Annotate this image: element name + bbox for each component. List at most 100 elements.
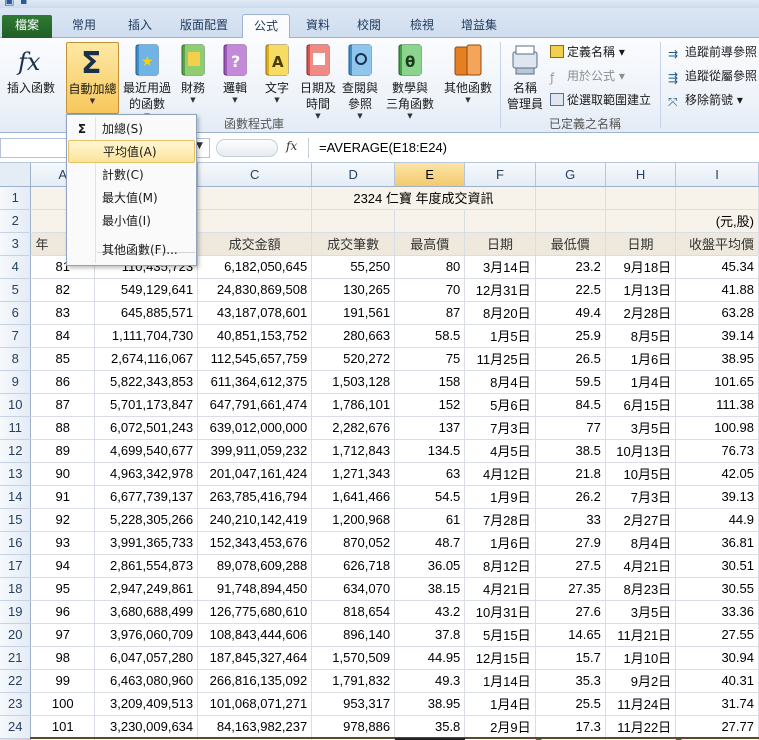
table-cell[interactable]: 26.5 (535, 347, 606, 371)
table-cell[interactable]: 3,230,009,634 (94, 715, 199, 739)
table-cell[interactable]: 1月4日 (605, 370, 677, 394)
table-cell[interactable]: 82 (30, 278, 95, 302)
table-cell[interactable]: 896,140 (311, 623, 396, 647)
table-cell[interactable]: 30.94 (675, 646, 759, 670)
table-cell[interactable]: 187,845,327,464 (197, 646, 313, 670)
table-cell[interactable]: 94 (30, 554, 95, 578)
table-cell[interactable]: 63 (394, 462, 466, 486)
table-cell[interactable]: 87 (30, 393, 95, 417)
table-cell[interactable]: 2月28日 (605, 301, 677, 325)
column-title[interactable]: 收盤平均價 (675, 232, 759, 256)
column-header-c[interactable]: C (197, 163, 313, 187)
table-cell[interactable]: 4月21日 (605, 554, 677, 578)
table-cell[interactable]: 30.55 (675, 577, 759, 601)
table-cell[interactable]: 7月3日 (605, 485, 677, 509)
row-header[interactable]: 4 (0, 255, 32, 279)
table-cell[interactable]: 25.9 (535, 324, 606, 348)
table-cell[interactable]: 89,078,609,288 (197, 554, 313, 578)
table-cell[interactable]: 49.3 (394, 669, 466, 693)
table-cell[interactable]: 80 (394, 255, 466, 279)
column-title[interactable]: 最高價 (394, 232, 466, 256)
table-cell[interactable]: 12月15日 (464, 646, 536, 670)
tab-view[interactable]: 檢視 (398, 14, 446, 38)
table-cell[interactable]: 76.73 (675, 439, 759, 463)
row-header[interactable]: 6 (0, 301, 32, 325)
cell[interactable] (605, 209, 677, 233)
menu-item-sum[interactable]: Σ 加總(S) (68, 118, 195, 141)
table-cell[interactable]: 44.95 (394, 646, 466, 670)
column-title[interactable]: 成交金額 (197, 232, 313, 256)
recent-functions-button[interactable]: ★ 最近用過 的函數 ▼ (121, 42, 173, 120)
sheet-title[interactable]: 2324 仁寶 年度成交資訊 (311, 186, 536, 210)
tab-review[interactable]: 校閱 (344, 14, 394, 38)
table-cell[interactable]: 10月5日 (605, 462, 677, 486)
table-cell[interactable]: 2,947,249,861 (94, 577, 199, 601)
table-cell[interactable]: 108,843,444,606 (197, 623, 313, 647)
table-cell[interactable]: 520,272 (311, 347, 396, 371)
table-cell[interactable]: 39.14 (675, 324, 759, 348)
table-cell[interactable]: 645,885,571 (94, 301, 199, 325)
table-cell[interactable]: 2,282,676 (311, 416, 396, 440)
column-header-g[interactable]: G (535, 163, 606, 187)
row-header[interactable]: 12 (0, 439, 32, 463)
table-cell[interactable]: 25.5 (535, 692, 606, 716)
table-cell[interactable]: 5,822,343,853 (94, 370, 199, 394)
table-cell[interactable]: 549,129,641 (94, 278, 199, 302)
table-cell[interactable]: 35.8 (394, 715, 466, 739)
row-header[interactable]: 23 (0, 692, 32, 716)
table-cell[interactable]: 5月6日 (464, 393, 536, 417)
table-cell[interactable]: 8月5日 (605, 324, 677, 348)
table-cell[interactable]: 152 (394, 393, 466, 417)
table-cell[interactable]: 6,677,739,137 (94, 485, 199, 509)
cell[interactable] (675, 186, 759, 210)
table-cell[interactable]: 23.2 (535, 255, 606, 279)
table-cell[interactable]: 1,641,466 (311, 485, 396, 509)
table-cell[interactable]: 100 (30, 692, 95, 716)
table-cell[interactable]: 8月4日 (464, 370, 536, 394)
row-header[interactable]: 5 (0, 278, 32, 302)
table-cell[interactable]: 647,791,661,474 (197, 393, 313, 417)
table-cell[interactable]: 8月12日 (464, 554, 536, 578)
table-cell[interactable]: 953,317 (311, 692, 396, 716)
insert-function-button[interactable]: fx 插入函數 (2, 42, 60, 96)
table-cell[interactable]: 33.36 (675, 600, 759, 624)
table-cell[interactable]: 43,187,078,601 (197, 301, 313, 325)
tab-file[interactable]: 檔案 (2, 15, 52, 38)
table-cell[interactable]: 101.65 (675, 370, 759, 394)
column-title[interactable]: 最低價 (535, 232, 606, 256)
table-cell[interactable]: 201,047,161,424 (197, 462, 313, 486)
table-cell[interactable]: 10月31日 (464, 600, 536, 624)
table-cell[interactable]: 84 (30, 324, 95, 348)
table-cell[interactable]: 75 (394, 347, 466, 371)
table-cell[interactable]: 22.5 (535, 278, 606, 302)
table-cell[interactable]: 27.77 (675, 715, 759, 739)
table-cell[interactable]: 21.8 (535, 462, 606, 486)
table-cell[interactable]: 3,976,060,709 (94, 623, 199, 647)
table-cell[interactable]: 101,068,071,271 (197, 692, 313, 716)
table-cell[interactable]: 87 (394, 301, 466, 325)
excel-app-icon[interactable]: ▣ (4, 0, 18, 7)
table-cell[interactable]: 37.8 (394, 623, 466, 647)
table-cell[interactable]: 870,052 (311, 531, 396, 555)
table-cell[interactable]: 33 (535, 508, 606, 532)
table-cell[interactable]: 6,072,501,243 (94, 416, 199, 440)
table-cell[interactable]: 15.7 (535, 646, 606, 670)
row-header[interactable]: 9 (0, 370, 32, 394)
menu-item-more-functions[interactable]: 其他函數(F)... (68, 239, 195, 262)
table-cell[interactable]: 84.5 (535, 393, 606, 417)
column-header-i[interactable]: I (675, 163, 759, 187)
table-cell[interactable]: 978,886 (311, 715, 396, 739)
row-header[interactable]: 8 (0, 347, 32, 371)
table-cell[interactable]: 9月2日 (605, 669, 677, 693)
table-cell[interactable]: 27.5 (535, 554, 606, 578)
table-cell[interactable]: 4月5日 (464, 439, 536, 463)
table-cell[interactable]: 130,265 (311, 278, 396, 302)
create-from-selection-button[interactable]: 從選取範圍建立 (550, 92, 651, 108)
table-cell[interactable]: 101 (30, 715, 95, 739)
financial-button[interactable]: 財務 ▼ (176, 42, 210, 104)
formula-input[interactable]: =AVERAGE(E18:E24) (308, 138, 759, 158)
table-cell[interactable]: 70 (394, 278, 466, 302)
table-cell[interactable]: 1,111,704,730 (94, 324, 199, 348)
menu-item-min[interactable]: 最小值(I) (68, 210, 195, 233)
row-header[interactable]: 20 (0, 623, 32, 647)
